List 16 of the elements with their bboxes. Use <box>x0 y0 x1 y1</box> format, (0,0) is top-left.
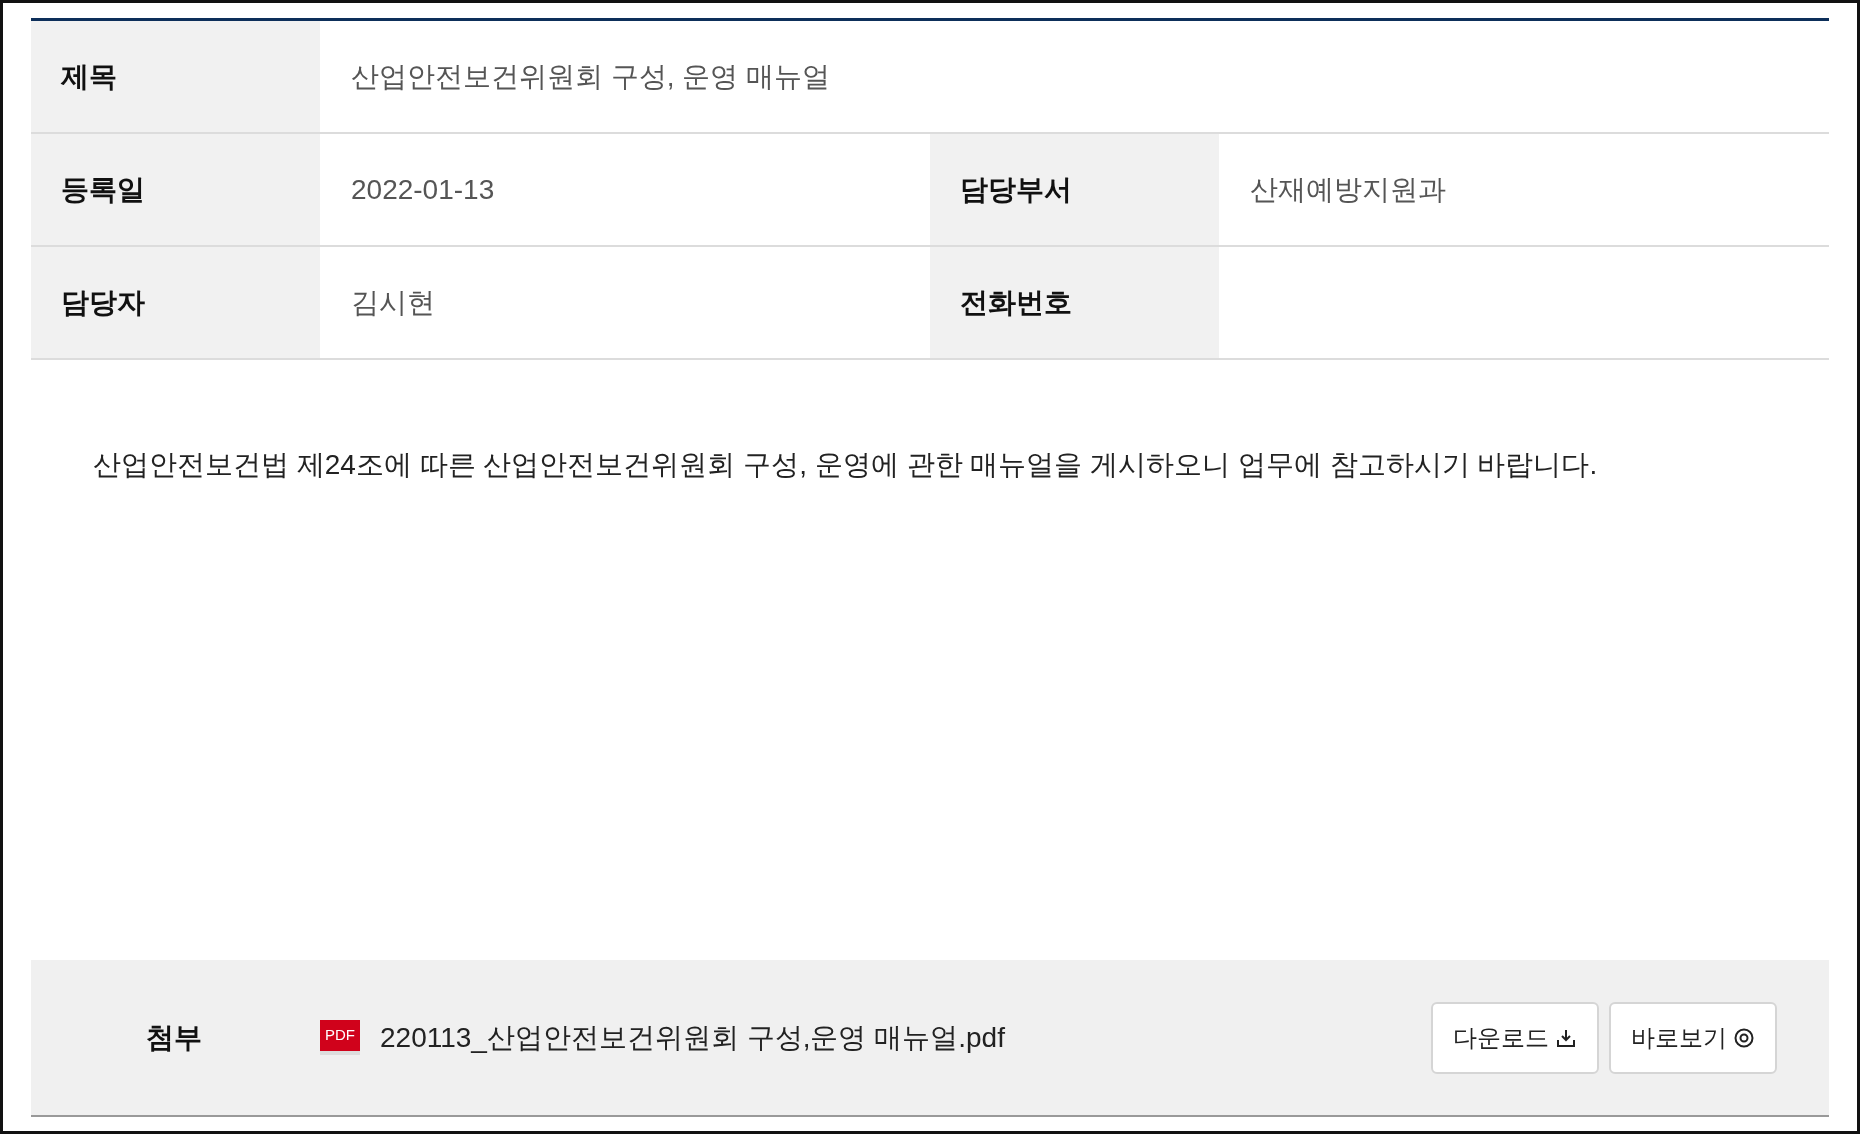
field-value: 산업안전보건위원회 구성, 운영 매뉴얼 <box>351 59 831 94</box>
field-value: 김시현 <box>351 285 435 320</box>
view-icon <box>1733 1026 1755 1049</box>
view-button[interactable]: 바로보기 <box>1609 1001 1777 1074</box>
field-label: 등록일 <box>61 172 145 207</box>
pdf-file-icon: PDF <box>320 1020 360 1055</box>
download-button[interactable]: 다운로드 <box>1431 1001 1599 1074</box>
field-label: 제목 <box>61 59 117 94</box>
body-text: 산업안전보건법 제24조에 따른 산업안전보건위원회 구성, 운영에 관한 매뉴얼을 게시하오니 업무에 참고하시기 바랍니다. <box>93 448 1599 482</box>
field-label: 담당자 <box>61 285 145 320</box>
field-label: 담당부서 <box>960 172 1072 207</box>
field-value: 산재예방지원과 <box>1250 172 1446 207</box>
field-label: 전화번호 <box>960 285 1072 320</box>
field-value: 2022-01-13 <box>351 172 495 207</box>
file-name[interactable]: 220113_산업안전보건위원회 구성,운영 매뉴얼.pdf <box>380 1016 1431 1059</box>
attachment-label: 첨부 <box>145 1020 203 1055</box>
